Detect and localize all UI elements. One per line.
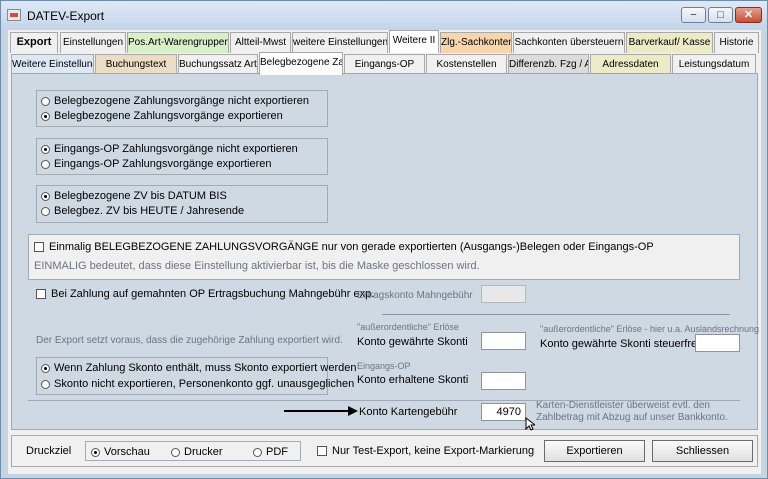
einmalig-note: EINMALIG bedeutet, dass diese Einstellun… xyxy=(34,260,480,272)
subtab-eingangs-op[interactable]: Eingangs-OP xyxy=(344,54,425,75)
tab-weitere-ii[interactable]: Weitere II xyxy=(389,30,439,53)
checkbox-einmalig[interactable]: Einmalig BELEGBEZOGENE ZAHLUNGSVORGÄNGE … xyxy=(34,241,654,253)
subtab-differenzbesteuerung[interactable]: Differenzb. Fzg / Ab xyxy=(508,54,589,75)
client-area: Export Einstellungen Pos.Art-Warengruppe… xyxy=(8,30,761,474)
radio-indicator xyxy=(41,363,50,373)
ertragskonto-label: Ertragskonto Mahngebühr xyxy=(357,290,473,301)
mouse-cursor-icon xyxy=(525,417,535,431)
druckziel-label: Druckziel xyxy=(26,445,72,457)
close-dialog-button[interactable]: Schliessen xyxy=(652,440,753,462)
kartengebuehr-note-1: Karten-Dienstleister überweist evtl. den xyxy=(536,400,710,411)
checkbox-test-export[interactable]: Nur Test-Export, keine Export-Markierung xyxy=(317,445,534,457)
skonti-steuerfrei-input[interactable] xyxy=(695,334,740,352)
skonti-steuerfrei-label: Konto gewährte Skonti steuerfrei xyxy=(540,338,700,350)
radio-indicator xyxy=(41,379,50,389)
radio-belegbezogene-nicht-exportieren[interactable]: Belegbezogene Zahlungsvorgänge nicht exp… xyxy=(41,95,309,107)
tab-barverkauf-kasse[interactable]: Barverkauf/ Kasse xyxy=(626,32,713,53)
radio-indicator xyxy=(253,447,262,457)
tab-einstellungen[interactable]: Einstellungen xyxy=(60,32,126,53)
prerequisite-note: Der Export setzt voraus, dass die zugehö… xyxy=(36,335,343,346)
skonti-steuerfrei-caption: "außerordentliche" Erlöse - hier u.a. Au… xyxy=(540,324,760,334)
radio-zv-bis-datum[interactable]: Belegbezogene ZV bis DATUM BIS xyxy=(41,190,227,202)
skonti-input[interactable] xyxy=(481,332,526,350)
group-skonto: Wenn Zahlung Skonto enthält, muss Skonto… xyxy=(36,357,356,395)
tab-historie[interactable]: Historie xyxy=(714,32,759,53)
title-bar: DATEV-Export − □ ✕ xyxy=(1,1,767,29)
subtab-leistungsdatum[interactable]: Leistungsdatum xyxy=(672,54,756,75)
group-zv-datum: Belegbezogene ZV bis DATUM BIS Belegbez.… xyxy=(36,185,328,223)
radio-drucker[interactable]: Drucker xyxy=(171,446,223,458)
app-icon xyxy=(7,9,21,21)
skonti-caption: "außerordentliche" Erlöse xyxy=(357,322,459,332)
sub-tabbar: Weitere Einstellunge Buchungstext Buchun… xyxy=(8,52,761,75)
subtab-belegbezogene-zahlungen[interactable]: Belegbezogene Zah xyxy=(259,52,343,75)
tab-sachkonten-uebersteuern[interactable]: Sachkonten übersteuern xyxy=(513,32,625,53)
subtab-weitere-einstellungen[interactable]: Weitere Einstellunge xyxy=(11,54,94,75)
tab-altteil-mwst[interactable]: Altteil-Mwst xyxy=(230,32,291,53)
checkbox-mahngebuehr[interactable]: Bei Zahlung auf gemahnten OP Ertragsbuch… xyxy=(36,288,374,300)
ertragskonto-input[interactable] xyxy=(481,285,526,303)
radio-indicator xyxy=(41,144,50,154)
tab-pos-art-warengruppen[interactable]: Pos.Art-Warengruppen xyxy=(127,32,229,53)
datev-export-window: DATEV-Export − □ ✕ Export Einstellungen … xyxy=(0,0,768,479)
erhaltene-skonti-input[interactable] xyxy=(481,372,526,390)
close-button[interactable]: ✕ xyxy=(735,7,762,23)
radio-pdf[interactable]: PDF xyxy=(253,446,288,458)
group-eingangs-op: Eingangs-OP Zahlungsvorgänge nicht expor… xyxy=(36,138,328,175)
skonti-label: Konto gewährte Skonti xyxy=(357,336,468,348)
divider xyxy=(382,314,730,315)
subtab-buchungssatz[interactable]: Buchungssatz Art/ Ir xyxy=(178,54,258,75)
radio-indicator xyxy=(91,447,100,457)
checkbox-indicator xyxy=(34,242,44,252)
subtab-kostenstellen[interactable]: Kostenstellen xyxy=(426,54,507,75)
radio-indicator xyxy=(41,111,50,121)
window-title: DATEV-Export xyxy=(27,9,105,23)
tab-weitere-einstellungen[interactable]: weitere Einstellungen xyxy=(292,32,388,53)
kartengebuehr-input[interactable]: 4970 xyxy=(481,403,526,421)
tab-zlg-sachkonten[interactable]: Zlg.-Sachkonten xyxy=(440,32,512,53)
main-tabbar: Export Einstellungen Pos.Art-Warengruppe… xyxy=(8,30,761,53)
arrow-right-icon xyxy=(284,406,358,416)
radio-zv-bis-heute[interactable]: Belegbez. ZV bis HEUTE / Jahresende xyxy=(41,205,244,217)
export-button[interactable]: Exportieren xyxy=(544,440,645,462)
minimize-button[interactable]: − xyxy=(681,7,706,23)
radio-eingangs-op-nicht-exportieren[interactable]: Eingangs-OP Zahlungsvorgänge nicht expor… xyxy=(41,143,298,155)
radio-indicator xyxy=(41,191,50,201)
maximize-button[interactable]: □ xyxy=(708,7,733,23)
bottom-bar: Druckziel Vorschau Drucker PDF Nur Test-… xyxy=(11,435,758,467)
subtab-adressdaten[interactable]: Adressdaten xyxy=(590,54,671,75)
radio-eingangs-op-exportieren[interactable]: Eingangs-OP Zahlungsvorgänge exportieren xyxy=(41,158,272,170)
radio-indicator xyxy=(41,159,50,169)
subtab-buchungstext[interactable]: Buchungstext xyxy=(95,54,177,75)
radio-indicator xyxy=(41,206,50,216)
erhaltene-skonti-label: Konto erhaltene Skonti xyxy=(357,374,469,386)
kartengebuehr-note-2: Zahlbetrag mit Abzug auf unser Bankkonto… xyxy=(536,412,728,423)
radio-vorschau[interactable]: Vorschau xyxy=(91,446,150,458)
tab-export[interactable]: Export xyxy=(10,32,58,53)
group-einmalig: Einmalig BELEGBEZOGENE ZAHLUNGSVORGÄNGE … xyxy=(28,234,740,280)
radio-skonto-nicht-exportieren[interactable]: Skonto nicht exportieren, Personenkonto … xyxy=(41,378,354,390)
checkbox-indicator xyxy=(317,446,327,456)
checkbox-indicator xyxy=(36,289,46,299)
settings-panel: Belegbezogene Zahlungsvorgänge nicht exp… xyxy=(11,73,760,431)
erhaltene-skonti-caption: Eingangs-OP xyxy=(357,361,411,371)
group-belegbezogene: Belegbezogene Zahlungsvorgänge nicht exp… xyxy=(36,90,328,127)
radio-skonto-exportieren[interactable]: Wenn Zahlung Skonto enthält, muss Skonto… xyxy=(41,362,356,374)
radio-indicator xyxy=(41,96,50,106)
druckziel-group: Vorschau Drucker PDF xyxy=(85,441,301,461)
radio-indicator xyxy=(171,447,180,457)
radio-belegbezogene-exportieren[interactable]: Belegbezogene Zahlungsvorgänge exportier… xyxy=(41,110,283,122)
kartengebuehr-label: Konto Kartengebühr xyxy=(359,406,458,418)
